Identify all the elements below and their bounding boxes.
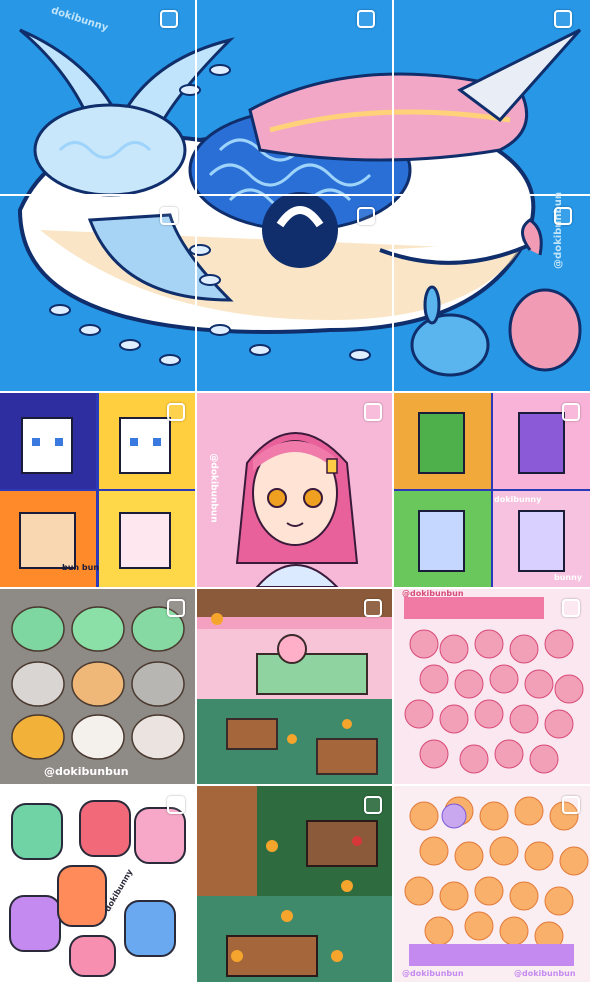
- multi-select-icon[interactable]: [364, 599, 382, 617]
- multi-select-icon[interactable]: [562, 599, 580, 617]
- post-pixel-cats[interactable]: bun bun: [0, 393, 195, 587]
- multi-select-icon[interactable]: [364, 796, 382, 814]
- watermark-text: @dokibunbun: [208, 453, 219, 523]
- watermark-text: @dokibunbun: [44, 765, 129, 778]
- post-pixel-pets[interactable]: dokibunny bunny: [394, 393, 590, 587]
- watermark-text: @dokibunbun: [402, 589, 464, 598]
- watermark-text: bunny: [554, 573, 583, 582]
- post-cafe-scene[interactable]: [197, 589, 392, 784]
- peach-swarm-artwork: [394, 786, 590, 982]
- post-clay-cats[interactable]: @dokibunbun: [0, 589, 195, 784]
- watermark-text: dokibunny: [494, 495, 542, 504]
- garden-scene-artwork: [197, 786, 392, 982]
- post-portrait[interactable]: @dokibunbun: [197, 393, 392, 587]
- post-ghost-swarm[interactable]: @dokibunbun: [394, 589, 590, 784]
- multi-select-icon[interactable]: [562, 796, 580, 814]
- profile-post-grid: dokibunny @dokibunbun bun bun @dokibunbu…: [0, 0, 590, 982]
- multi-select-icon[interactable]: [357, 207, 375, 225]
- multi-select-icon[interactable]: [167, 599, 185, 617]
- watermark-text: @dokibunbun: [402, 969, 464, 978]
- watermark-text: @dokibunbun: [514, 969, 576, 978]
- watermark-text: @dokibunbun: [552, 192, 564, 269]
- sticker-sheet-artwork: [0, 786, 195, 982]
- multi-select-icon[interactable]: [160, 10, 178, 28]
- portrait-artwork: [197, 393, 392, 587]
- multi-select-icon[interactable]: [554, 207, 572, 225]
- post-sticker-sheet[interactable]: dokibunny: [0, 786, 195, 982]
- multi-select-icon[interactable]: [357, 10, 375, 28]
- multi-select-icon[interactable]: [554, 10, 572, 28]
- ghost-swarm-artwork: [394, 589, 590, 784]
- pixel-cats-artwork: [0, 393, 195, 587]
- multi-select-icon[interactable]: [562, 403, 580, 421]
- clay-cats-artwork: [0, 589, 195, 784]
- post-peach-swarm[interactable]: @dokibunbun @dokibunbun: [394, 786, 590, 982]
- post-whale-mural[interactable]: dokibunny @dokibunbun: [0, 0, 590, 391]
- watermark-text: bun bun: [62, 563, 100, 572]
- cafe-scene-artwork: [197, 589, 392, 784]
- multi-select-icon[interactable]: [364, 403, 382, 421]
- post-garden-scene[interactable]: [197, 786, 392, 982]
- whale-artwork: [0, 0, 590, 391]
- multi-select-icon[interactable]: [160, 207, 178, 225]
- pixel-pets-artwork: [394, 393, 590, 587]
- multi-select-icon[interactable]: [167, 403, 185, 421]
- multi-select-icon[interactable]: [167, 796, 185, 814]
